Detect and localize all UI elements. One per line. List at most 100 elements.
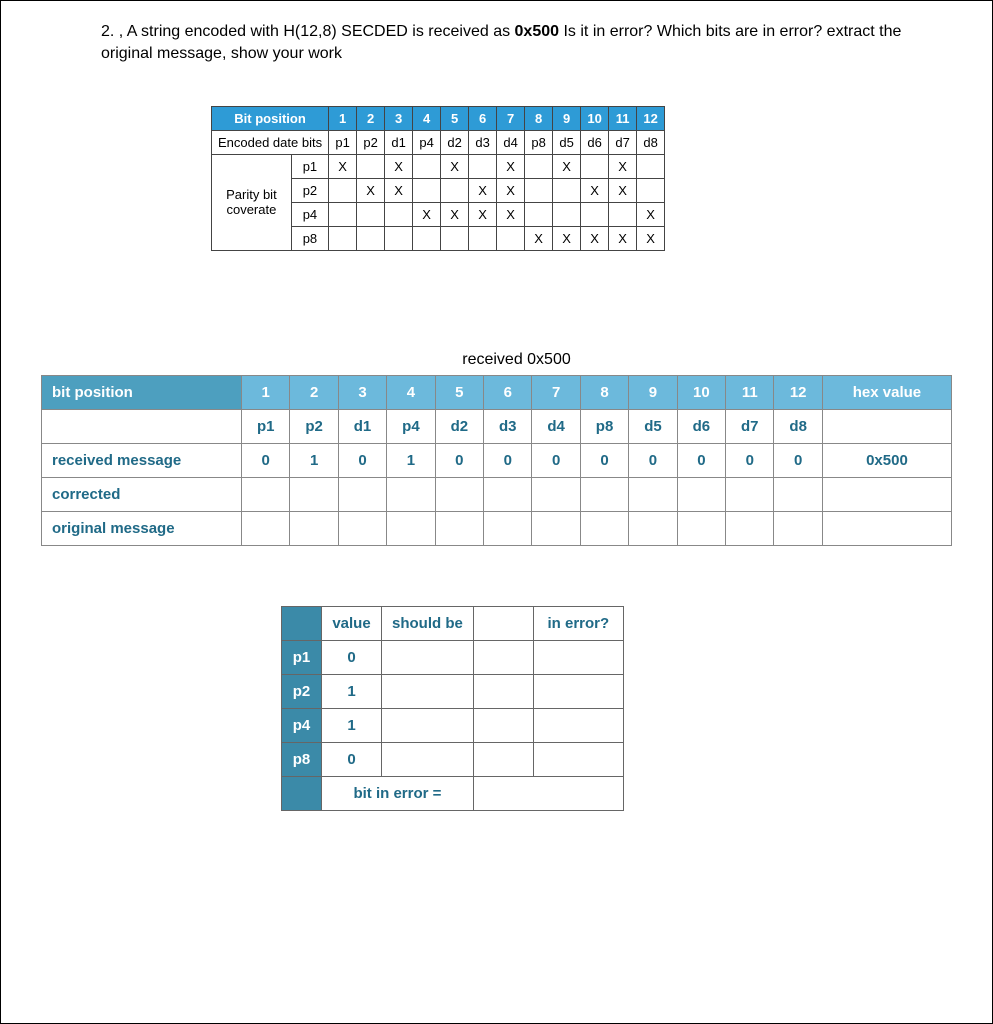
cov-mark [357,202,385,226]
cov-mark: X [637,226,665,250]
cov-pos: 6 [469,106,497,130]
cov-mark [329,178,357,202]
ws-pos: 2 [290,375,338,409]
problem-text-a: , A string encoded with H(12,8) SECDED i… [119,23,515,40]
pc-value: 0 [322,640,382,674]
ws-type: d7 [726,409,774,443]
pc-hdr-blank [473,606,533,640]
worksheet-title: received 0x500 [81,351,952,369]
ws-hex [822,477,951,511]
ws-type: d1 [338,409,386,443]
cov-mark [329,202,357,226]
ws-cell [338,477,386,511]
ws-cell: 0 [242,443,290,477]
ws-cell [242,477,290,511]
ws-cell [726,511,774,545]
cov-mark: X [497,202,525,226]
cov-mark [553,178,581,202]
cov-mark [525,154,553,178]
cov-enc: p8 [525,130,553,154]
cov-mark [525,178,553,202]
pc-hdr-value: value [322,606,382,640]
worksheet-table: bit position 1 2 3 4 5 6 7 8 9 10 11 12 … [41,375,952,546]
cov-mark: X [609,178,637,202]
cov-mark [497,226,525,250]
ws-pos: 9 [629,375,677,409]
cov-mark: X [609,154,637,178]
ws-pos: 11 [726,375,774,409]
cov-mark: X [357,178,385,202]
cov-mark: X [329,154,357,178]
cov-pos: 5 [441,106,469,130]
pc-footer-label: bit in error = [322,776,474,810]
ws-cell: 0 [338,443,386,477]
cov-mark: X [441,154,469,178]
pc-row-name: p4 [282,708,322,742]
problem-statement: 2. , A string encoded with H(12,8) SECDE… [101,21,921,66]
ws-cell: 0 [629,443,677,477]
cov-mark: X [581,226,609,250]
pc-inerror [533,708,623,742]
cov-mark: X [385,154,413,178]
cov-mark: X [581,178,609,202]
ws-cell: 0 [580,443,628,477]
cov-mark [553,202,581,226]
cov-mark: X [469,202,497,226]
cov-mark: X [385,178,413,202]
ws-header-label: bit position [42,375,242,409]
pc-row-name: p8 [282,742,322,776]
cov-encoded-label: Encoded date bits [212,130,329,154]
pc-inerror [533,742,623,776]
cov-mark [385,226,413,250]
cov-mark [441,178,469,202]
cov-pos: 7 [497,106,525,130]
ws-cell [338,511,386,545]
cov-mark [413,154,441,178]
ws-cell [290,477,338,511]
ws-type-row-label [42,409,242,443]
ws-pos: 10 [677,375,725,409]
ws-cell: 0 [774,443,822,477]
cov-mark [385,202,413,226]
pc-corner [282,606,322,640]
cov-row-name: p1 [291,154,328,178]
ws-cell: 1 [290,443,338,477]
ws-hex [822,511,951,545]
ws-type: d8 [774,409,822,443]
cov-pos: 12 [637,106,665,130]
ws-cell [629,477,677,511]
ws-cell: 0 [435,443,483,477]
ws-type: p1 [242,409,290,443]
ws-hex: 0x500 [822,443,951,477]
pc-hdr-shouldbe: should be [382,606,474,640]
ws-cell [774,477,822,511]
ws-cell [532,477,580,511]
pc-value: 1 [322,674,382,708]
cov-enc: d4 [497,130,525,154]
ws-cell: 1 [387,443,435,477]
cov-mark [357,154,385,178]
cov-mark: X [441,202,469,226]
ws-cell [435,511,483,545]
cov-pos: 9 [553,106,581,130]
ws-hex-header: hex value [822,375,951,409]
problem-bold: 0x500 [515,23,560,40]
ws-type: p8 [580,409,628,443]
cov-pos: 1 [329,106,357,130]
ws-pos: 12 [774,375,822,409]
cov-mark [469,226,497,250]
ws-type: d5 [629,409,677,443]
ws-cell [242,511,290,545]
ws-cell [774,511,822,545]
cov-pos: 11 [609,106,637,130]
cov-mark: X [553,154,581,178]
cov-mark [441,226,469,250]
cov-parity-group: Parity bit coverate [212,154,292,250]
cov-mark [525,202,553,226]
ws-cell [387,477,435,511]
pc-hdr-inerror: in error? [533,606,623,640]
cov-mark: X [497,154,525,178]
cov-mark: X [637,202,665,226]
cov-mark [637,154,665,178]
cov-mark: X [553,226,581,250]
